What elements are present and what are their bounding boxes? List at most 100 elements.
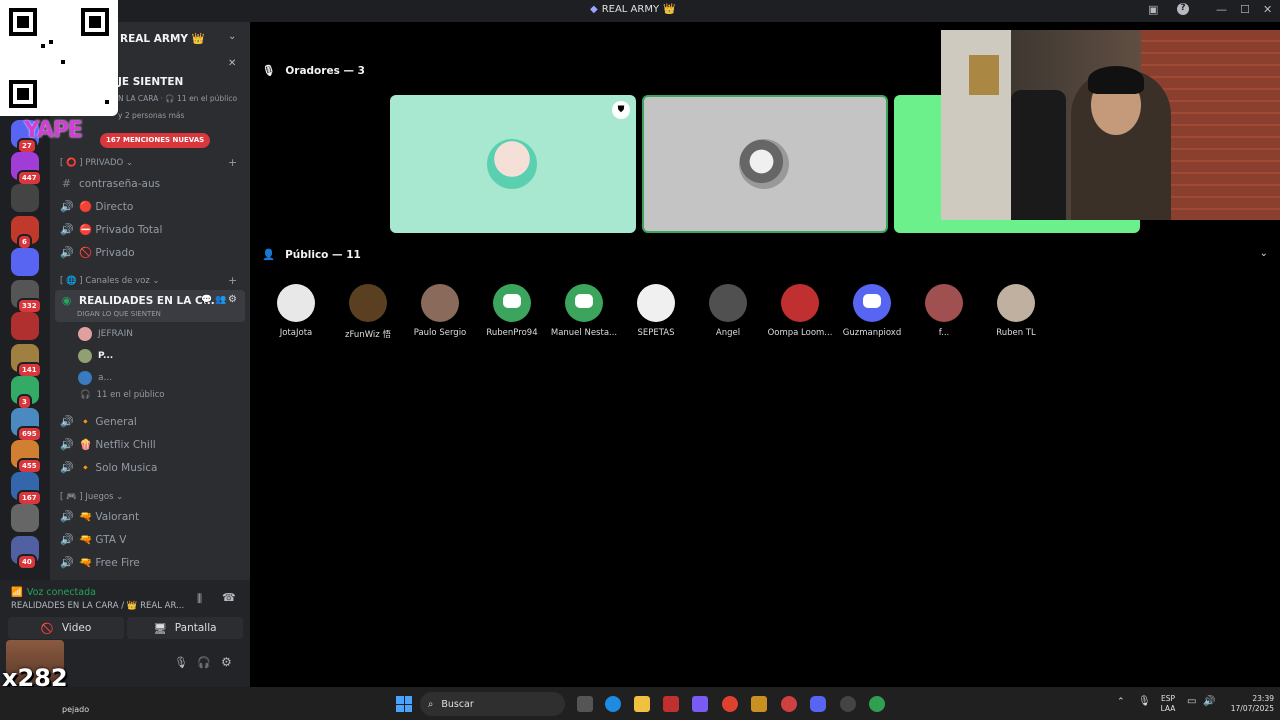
headphones-icon[interactable]: 🎧 — [197, 656, 211, 669]
title-bar: ◆ REAL ARMY 👑 ▣ ? — ☐ ✕ — [0, 0, 1280, 22]
audience-member[interactable]: Paulo Sergio — [404, 284, 476, 338]
taskbar: pejado ⌕ Buscar ⌃ 🎙 ESP LAA ▭ 🔊 23:39 17… — [0, 687, 1280, 720]
copilot-icon[interactable] — [692, 696, 708, 712]
time: 23:39 — [1252, 694, 1274, 703]
weather-text[interactable]: pejado — [62, 705, 89, 714]
channel-name: 🍿 Netflix Chill — [79, 439, 156, 451]
voice-channel-item[interactable]: 🔊 🔫 GTA V — [60, 533, 126, 546]
channel-item[interactable]: 🔊 🚫 Privado — [60, 246, 135, 259]
audience-avatar — [565, 284, 603, 322]
server-header[interactable]: REAL ARMY 👑 — [120, 32, 205, 45]
voice-location[interactable]: REALIDADES EN LA CARA / 👑 REAL AR... — [11, 601, 184, 611]
event-title[interactable]: JE SIENTEN — [118, 76, 183, 88]
monitor-icon[interactable]: ▭ — [1187, 696, 1196, 707]
stage-member[interactable]: JEFRAIN — [78, 327, 133, 341]
speaker-tile[interactable]: ⛊ — [390, 95, 636, 233]
voice-channel-item[interactable]: 🔊 🔫 Free Fire — [60, 556, 140, 569]
microphone-icon[interactable]: 🎙 — [174, 656, 188, 669]
chrome-icon[interactable] — [722, 696, 738, 712]
public-count[interactable]: 🎧 11 en el público — [80, 390, 165, 400]
audience-avatar — [493, 284, 531, 322]
server-badge: 40 — [17, 554, 37, 570]
voice-channel-item[interactable]: 🔊 🔸 Solo Musica — [60, 461, 158, 474]
noise-suppression-icon[interactable]: ⫼ — [197, 592, 202, 606]
voice-channel-item[interactable]: 🔊 🔸 General — [60, 415, 137, 428]
maximize-button[interactable]: ☐ — [1240, 3, 1250, 16]
browser-icon[interactable] — [781, 696, 797, 712]
headphones-icon: 🎧 — [80, 390, 91, 400]
audience-avatar — [637, 284, 675, 322]
audience-member[interactable]: f... — [908, 284, 980, 338]
add-channel-icon[interactable]: + — [228, 274, 237, 287]
help-icon[interactable]: ? — [1177, 3, 1189, 15]
member-name: a... — [98, 373, 113, 383]
new-mentions-badge[interactable]: 167 MENCIONES NUEVAS — [100, 133, 211, 148]
taskbar-search[interactable]: ⌕ Buscar — [420, 692, 565, 716]
stage-member[interactable]: P... — [78, 349, 113, 363]
channel-name: ⛔ Privado Total — [79, 224, 163, 236]
chevron-down-icon[interactable]: ⌄ — [228, 31, 236, 42]
server-icon[interactable] — [11, 504, 39, 532]
category-voz[interactable]: [ 🌐 ] Canales de voz ⌄ — [60, 276, 160, 286]
invite-icon[interactable]: 👥 — [215, 295, 226, 305]
public-header: 👤 Público — 11 — [262, 248, 361, 262]
task-view-icon[interactable] — [577, 696, 593, 712]
server-icon[interactable] — [11, 184, 39, 212]
member-avatar — [78, 327, 92, 341]
audience-avatar — [277, 284, 315, 322]
close-icon[interactable]: ✕ — [228, 58, 236, 69]
minimize-button[interactable]: — — [1216, 3, 1227, 16]
category-privado[interactable]: [ ⭕ ] PRIVADO ⌄ — [60, 158, 133, 168]
server-icon[interactable] — [11, 312, 39, 340]
close-window-button[interactable]: ✕ — [1263, 3, 1272, 16]
channel-item[interactable]: 🔊 🔴 Directo — [60, 200, 133, 213]
capture-app-icon[interactable] — [663, 696, 679, 712]
channel-item[interactable]: 🔊 ⛔ Privado Total — [60, 223, 162, 236]
start-button[interactable] — [396, 696, 412, 712]
text-channel-icon: # — [61, 177, 72, 190]
gear-icon[interactable]: ⚙ — [221, 655, 232, 669]
audience-member[interactable]: SEPETAS — [620, 284, 692, 338]
member-avatar — [78, 371, 92, 385]
disconnect-icon[interactable]: ☎ — [222, 591, 236, 604]
steam-icon[interactable] — [840, 696, 856, 712]
screen-share-button[interactable]: 🖥 Pantalla — [127, 617, 243, 639]
audience-member[interactable]: zFunWiz 悟 — [332, 284, 404, 340]
voice-status[interactable]: 📶 Voz conectada — [11, 587, 96, 598]
voice-channel-item[interactable]: 🔊 🍿 Netflix Chill — [60, 438, 156, 451]
brand-text: YAPE — [24, 118, 83, 143]
edge-icon[interactable] — [605, 696, 621, 712]
game-icon[interactable] — [751, 696, 767, 712]
category-juegos[interactable]: [ 🎮 ] Juegos ⌄ — [60, 492, 123, 502]
audience-member[interactable]: Ruben TL — [980, 284, 1052, 338]
microphone-icon[interactable]: 🎙 — [1138, 696, 1151, 707]
chevron-down-icon[interactable]: ⌄ — [1260, 248, 1268, 259]
screen-share-icon: 🖥 — [153, 622, 167, 635]
add-channel-icon[interactable]: + — [228, 156, 237, 169]
audience-member[interactable]: Oompa Loom... — [764, 284, 836, 338]
gear-icon[interactable]: ⚙ — [228, 294, 237, 305]
tray-chevron-icon[interactable]: ⌃ — [1117, 697, 1125, 707]
volume-icon[interactable]: 🔊 — [1203, 696, 1215, 707]
stage-member[interactable]: a... — [78, 371, 112, 385]
audience-member[interactable]: Guzmanpioxd — [836, 284, 908, 338]
audience-member[interactable]: JotaJota — [260, 284, 332, 338]
voice-channel-item[interactable]: 🔊 🔫 Valorant — [60, 510, 139, 523]
discord-icon[interactable] — [810, 696, 826, 712]
language-indicator[interactable]: ESP LAA — [1157, 694, 1179, 714]
audience-member[interactable]: Angel — [692, 284, 764, 338]
audience-member[interactable]: RubenPro94 — [476, 284, 548, 338]
audience-name: Angel — [715, 328, 741, 338]
speaker-tile[interactable] — [642, 95, 888, 233]
file-explorer-icon[interactable] — [634, 696, 650, 712]
chrome-profile-icon[interactable] — [869, 696, 885, 712]
lang-1: ESP — [1160, 694, 1176, 703]
clock[interactable]: 23:39 17/07/2025 — [1222, 694, 1274, 714]
video-button[interactable]: 🚫 Video — [8, 617, 124, 639]
server-icon[interactable] — [11, 248, 39, 276]
chat-icon[interactable]: 💬 — [201, 295, 212, 305]
channel-item[interactable]: # contraseña-aus — [60, 177, 160, 190]
stage-channel-row[interactable]: ◉ REALIDADES EN LA C... — [60, 294, 215, 307]
inbox-icon[interactable]: ▣ — [1148, 3, 1158, 16]
audience-member[interactable]: Manuel Nesta... — [548, 284, 620, 338]
